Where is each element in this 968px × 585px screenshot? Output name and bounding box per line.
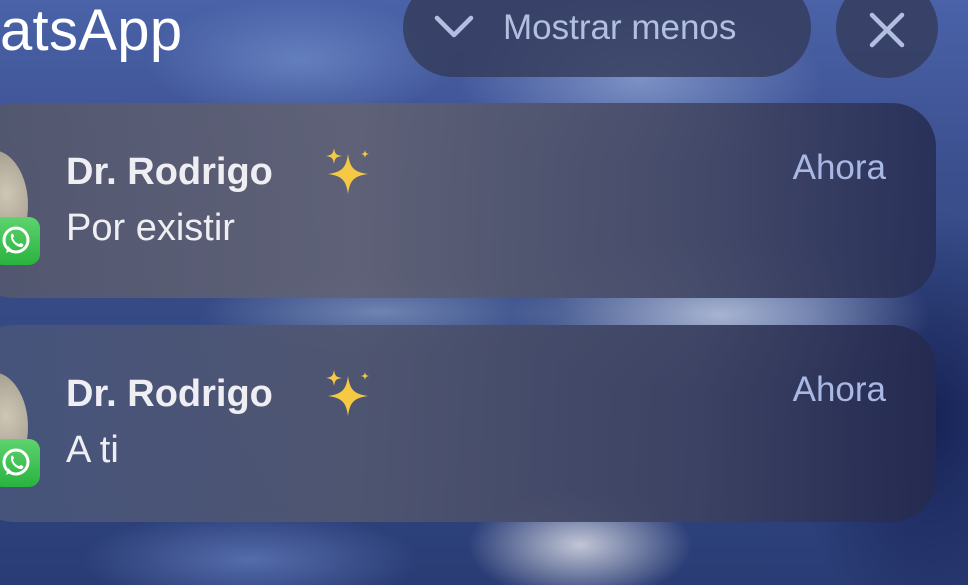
chevron-down-icon xyxy=(434,15,474,38)
notification-message: Por existir xyxy=(66,207,235,249)
notification-time: Ahora xyxy=(792,370,886,409)
notification-card[interactable] xyxy=(0,325,936,522)
notification-group-app-name: atsApp xyxy=(0,0,183,63)
notification-sender: Dr. Rodrigo xyxy=(66,151,273,193)
whatsapp-icon xyxy=(0,439,40,487)
notification-time: Ahora xyxy=(792,148,886,187)
notification-sender: Dr. Rodrigo xyxy=(66,373,273,415)
notification-card[interactable] xyxy=(0,103,936,298)
whatsapp-icon xyxy=(0,217,40,265)
sparkles-emoji-icon xyxy=(326,148,369,194)
close-icon xyxy=(869,12,905,48)
notification-message: A ti xyxy=(66,429,119,471)
sparkles-emoji-icon xyxy=(326,370,369,416)
show-less-label: Mostrar menos xyxy=(503,8,737,47)
